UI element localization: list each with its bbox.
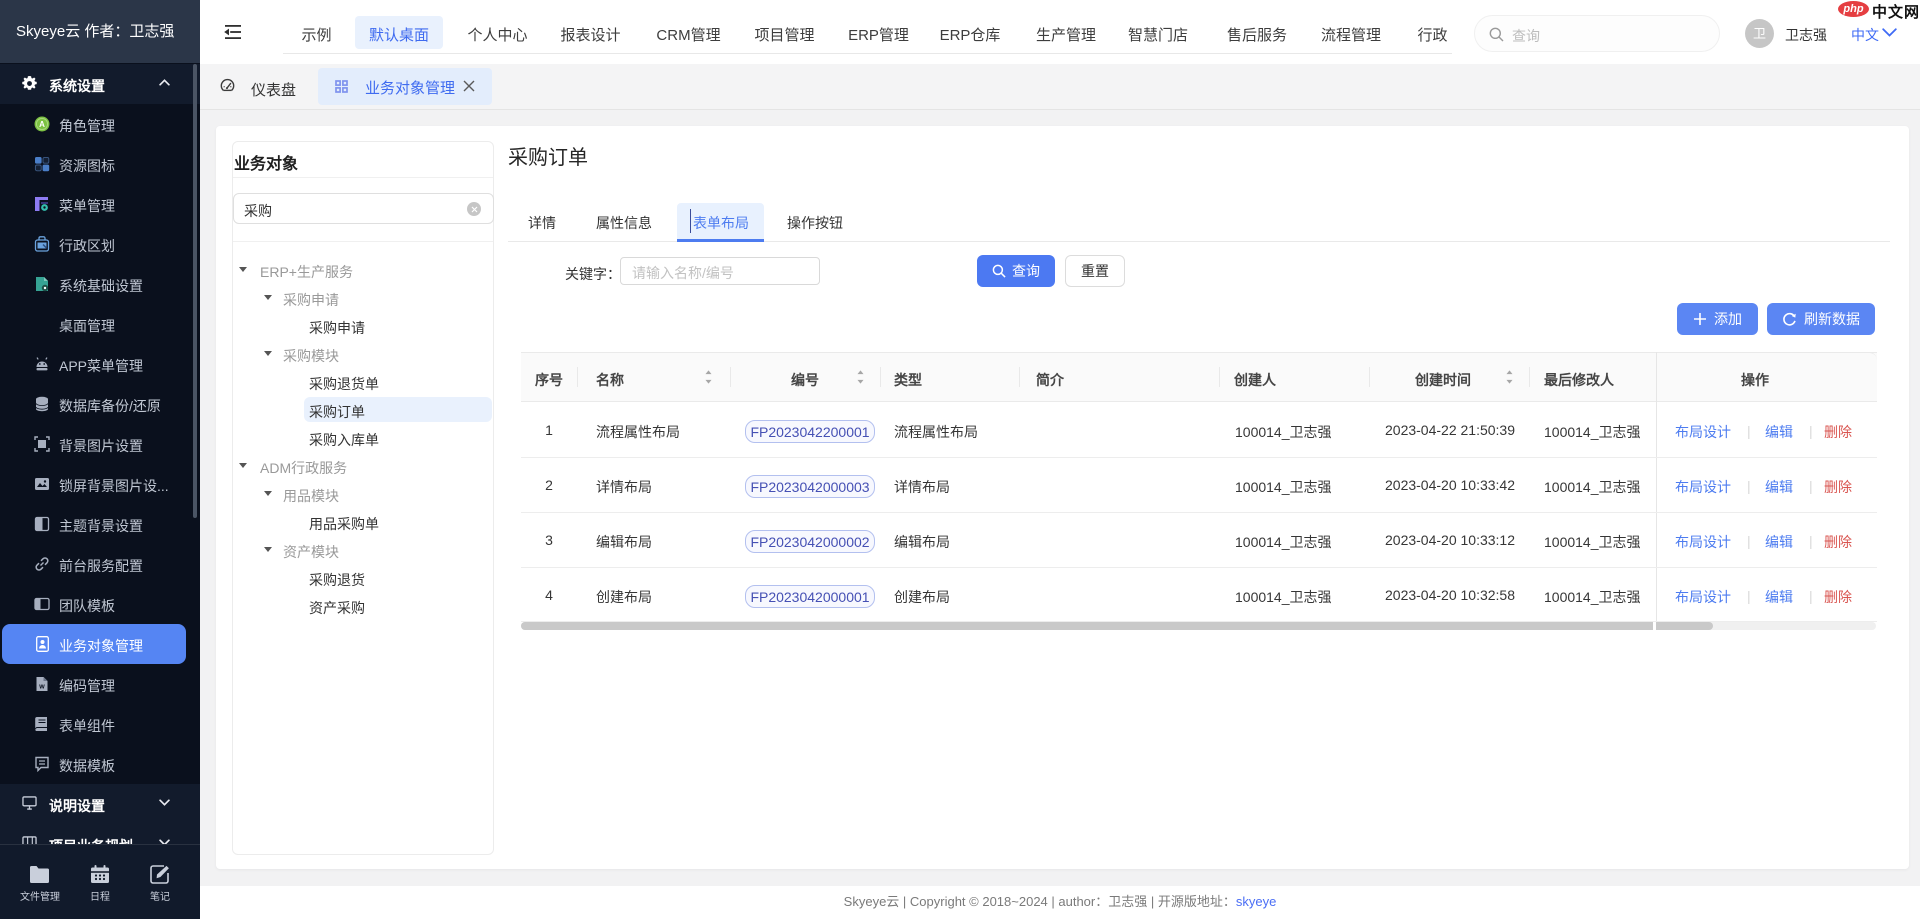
svg-text:w: w: [38, 684, 45, 691]
svg-text:A: A: [39, 120, 45, 129]
